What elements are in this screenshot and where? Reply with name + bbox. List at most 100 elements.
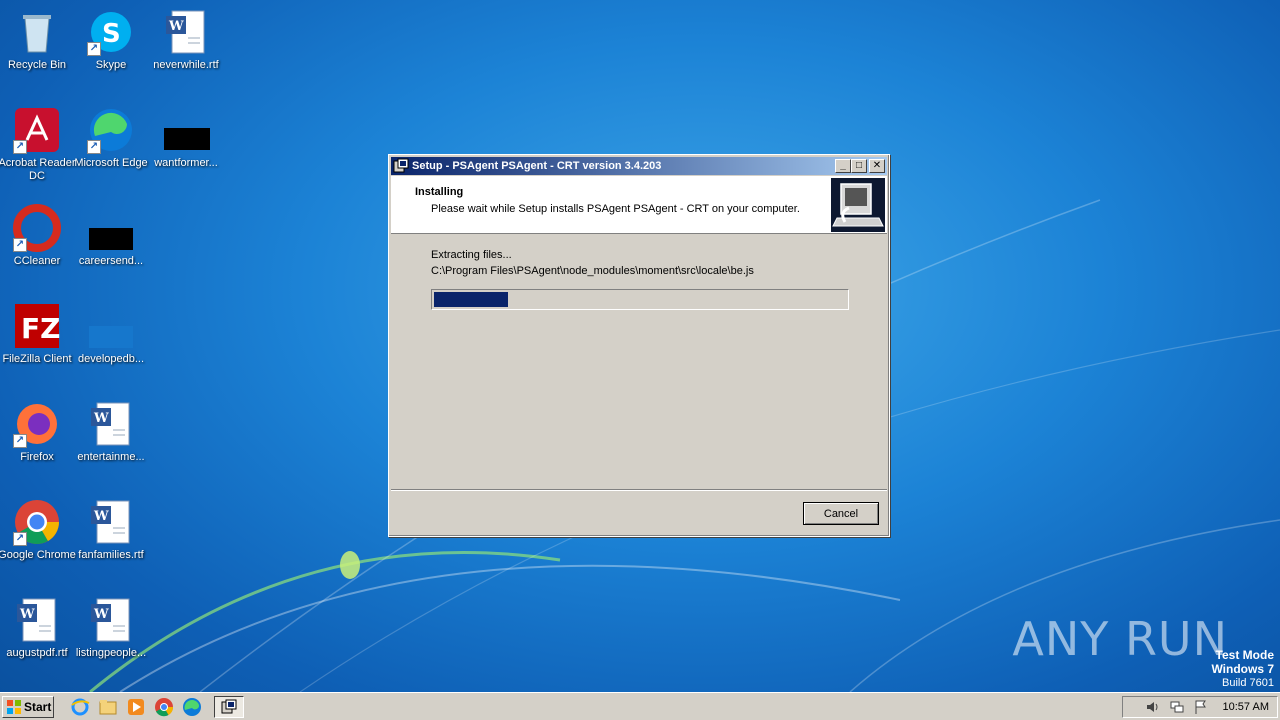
icon-label: neverwhile.rtf bbox=[153, 59, 219, 71]
word-document-icon: W bbox=[13, 596, 61, 644]
icon-label: developedb... bbox=[77, 353, 145, 365]
svg-text:W: W bbox=[93, 411, 109, 426]
icon-label: entertainme... bbox=[77, 451, 145, 463]
shortcut-arrow-icon: ↗ bbox=[13, 238, 27, 252]
desktop-icon-listingpeople[interactable]: W listingpeople... bbox=[74, 592, 148, 682]
shortcut-arrow-icon: ↗ bbox=[87, 140, 101, 154]
filezilla-icon: FZ bbox=[13, 302, 61, 350]
svg-text:W: W bbox=[19, 607, 35, 622]
acrobat-icon: ↗ bbox=[13, 106, 61, 154]
svg-text:W: W bbox=[93, 509, 109, 524]
maximize-button[interactable]: □ bbox=[851, 159, 867, 173]
start-label: Start bbox=[24, 699, 52, 714]
page-title: Installing bbox=[415, 186, 464, 198]
icon-label: CCleaner bbox=[13, 255, 61, 267]
redacted-file-icon bbox=[87, 204, 135, 252]
current-file-path: C:\Program Files\PSAgent\node_modules\mo… bbox=[431, 265, 754, 277]
redacted-file-icon bbox=[162, 106, 210, 154]
icon-label: FileZilla Client bbox=[2, 353, 72, 365]
install-progress-bar bbox=[431, 289, 849, 310]
divider bbox=[391, 489, 887, 491]
icon-label: Microsoft Edge bbox=[74, 157, 148, 169]
icon-label: Skype bbox=[95, 59, 127, 71]
quick-launch bbox=[70, 695, 244, 718]
svg-text:FZ: FZ bbox=[21, 312, 60, 345]
desktop-icon-neverwhile[interactable]: W neverwhile.rtf bbox=[149, 4, 223, 94]
desktop-icon-developedb[interactable]: developedb... bbox=[74, 298, 148, 388]
firefox-icon: ↗ bbox=[13, 400, 61, 448]
minimize-button[interactable]: _ bbox=[835, 159, 851, 173]
setup-app-icon bbox=[221, 699, 237, 713]
icon-label: wantformer... bbox=[154, 157, 218, 169]
shortcut-arrow-icon: ↗ bbox=[13, 140, 27, 154]
media-player-icon[interactable] bbox=[126, 697, 146, 717]
internet-explorer-icon[interactable] bbox=[70, 697, 90, 717]
chrome-icon: ↗ bbox=[13, 498, 61, 546]
clock[interactable]: 10:57 AM bbox=[1223, 701, 1269, 713]
setup-window[interactable]: Setup - PSAgent PSAgent - CRT version 3.… bbox=[388, 154, 890, 537]
close-button[interactable]: ✕ bbox=[869, 159, 885, 173]
icon-label: augustpdf.rtf bbox=[6, 647, 68, 659]
test-mode-label: Test Mode bbox=[1215, 648, 1274, 662]
desktop-icon-firefox[interactable]: ↗ Firefox bbox=[0, 396, 74, 486]
ccleaner-icon: ↗ bbox=[13, 204, 61, 252]
desktop-icon-acrobat[interactable]: ↗ Acrobat Reader DC bbox=[0, 102, 76, 192]
edge-taskbar-icon[interactable] bbox=[182, 697, 202, 717]
desktop-icon-careersend[interactable]: careersend... bbox=[74, 200, 148, 290]
test-mode-notice: Test Mode Windows 7 Build 7601 bbox=[1211, 648, 1274, 690]
os-label: Windows 7 bbox=[1211, 662, 1274, 676]
skype-icon: S ↗ bbox=[87, 8, 135, 56]
word-document-icon: W bbox=[87, 596, 135, 644]
watermark-text: ANY RUN bbox=[1012, 612, 1228, 666]
shortcut-arrow-icon: ↗ bbox=[13, 532, 27, 546]
desktop-icon-chrome[interactable]: ↗ Google Chrome bbox=[0, 494, 76, 584]
shortcut-arrow-icon: ↗ bbox=[87, 42, 101, 56]
windows-logo-icon bbox=[7, 699, 21, 714]
word-document-icon: W bbox=[87, 498, 135, 546]
desktop-icon-wantformer[interactable]: wantformer... bbox=[149, 102, 223, 192]
action-center-flag-icon[interactable] bbox=[1193, 699, 1209, 715]
anyrun-watermark: ANY RUN bbox=[1012, 612, 1228, 666]
cancel-button[interactable]: Cancel bbox=[803, 502, 879, 525]
icon-label: fanfamilies.rtf bbox=[78, 549, 144, 561]
desktop-icon-filezilla[interactable]: FZ FileZilla Client bbox=[0, 298, 74, 388]
start-button[interactable]: Start bbox=[2, 695, 54, 718]
chrome-taskbar-icon[interactable] bbox=[154, 697, 174, 717]
icon-label: Firefox bbox=[20, 451, 54, 463]
status-text: Extracting files... bbox=[431, 249, 512, 261]
blank-file-icon bbox=[87, 302, 135, 350]
window-title: Setup - PSAgent PSAgent - CRT version 3.… bbox=[412, 160, 662, 172]
network-icon[interactable] bbox=[1169, 699, 1185, 715]
system-tray: 10:57 AM bbox=[1122, 696, 1278, 718]
icon-label: Acrobat Reader DC bbox=[0, 157, 76, 182]
desktop-icon-recycle-bin[interactable]: Recycle Bin bbox=[0, 4, 74, 94]
svg-text:S: S bbox=[102, 19, 121, 49]
title-bar[interactable]: Setup - PSAgent PSAgent - CRT version 3.… bbox=[391, 157, 887, 175]
svg-text:W: W bbox=[168, 19, 184, 34]
edge-icon: ↗ bbox=[87, 106, 135, 154]
installer-computer-icon bbox=[831, 178, 885, 232]
file-explorer-icon[interactable] bbox=[98, 697, 118, 717]
icon-label: Google Chrome bbox=[0, 549, 76, 561]
page-subtitle: Please wait while Setup installs PSAgent… bbox=[431, 203, 800, 215]
desktop-icon-skype[interactable]: S ↗ Skype bbox=[74, 4, 148, 94]
word-document-icon: W bbox=[87, 400, 135, 448]
icon-label: Recycle Bin bbox=[7, 59, 67, 71]
svg-text:W: W bbox=[93, 607, 109, 622]
desktop-icon-ccleaner[interactable]: ↗ CCleaner bbox=[0, 200, 74, 290]
icon-label: careersend... bbox=[78, 255, 144, 267]
volume-icon[interactable] bbox=[1145, 699, 1161, 715]
desktop-icon-augustpdf[interactable]: W augustpdf.rtf bbox=[0, 592, 74, 682]
desktop-icon-entertainme[interactable]: W entertainme... bbox=[74, 396, 148, 486]
progress-fill bbox=[434, 292, 509, 307]
desktop-icon-edge[interactable]: ↗ Microsoft Edge bbox=[74, 102, 148, 192]
desktop-icon-fanfamilies[interactable]: W fanfamilies.rtf bbox=[74, 494, 148, 584]
setup-app-icon bbox=[393, 158, 409, 173]
taskbar: Start 10:57 AM bbox=[0, 692, 1280, 720]
word-document-icon: W bbox=[162, 8, 210, 56]
setup-taskbar-button[interactable] bbox=[214, 695, 244, 718]
shortcut-arrow-icon: ↗ bbox=[13, 434, 27, 448]
recycle-bin-icon bbox=[13, 8, 61, 56]
icon-label: listingpeople... bbox=[75, 647, 147, 659]
wizard-header: Installing Please wait while Setup insta… bbox=[391, 176, 887, 234]
